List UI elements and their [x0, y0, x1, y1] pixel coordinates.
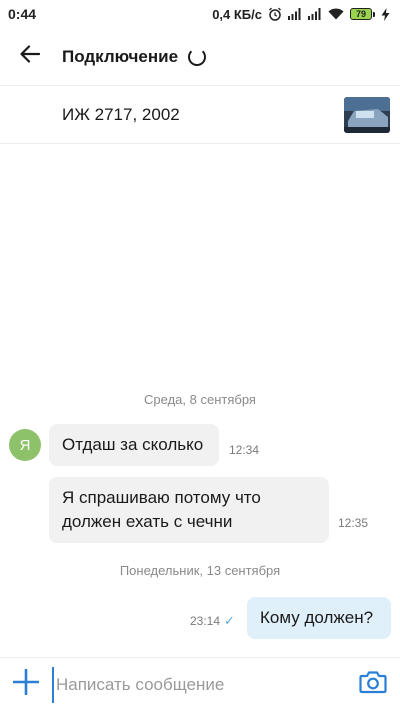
battery-icon: 79 — [350, 8, 375, 20]
page-title: Подключение — [62, 46, 179, 66]
status-icons: 0,4 КБ/с 79 — [212, 7, 390, 22]
message-time: 23:14 ✓ — [190, 613, 235, 628]
charging-icon — [381, 7, 390, 21]
status-time: 0:44 — [8, 6, 37, 22]
incoming-message[interactable]: Отдаш за сколько — [49, 424, 219, 466]
listing-thumbnail[interactable] — [344, 96, 390, 133]
add-attachment-button[interactable] — [0, 658, 52, 711]
camera-icon — [359, 670, 387, 699]
message-time: 12:35 — [338, 516, 369, 530]
incoming-message[interactable]: Я спрашиваю потому что должен ехать с че… — [49, 477, 329, 543]
message-text: Отдаш за сколько — [62, 435, 204, 454]
check-icon: ✓ — [224, 613, 235, 628]
spinner-icon — [188, 47, 207, 66]
signal-icon — [288, 8, 302, 20]
status-bar: 0:44 0,4 КБ/с 79 — [0, 0, 400, 28]
outgoing-message[interactable]: Кому должен? — [247, 597, 391, 639]
date-separator: Среда, 8 сентября — [144, 392, 256, 407]
arrow-left-icon — [20, 45, 41, 68]
message-text: Я спрашиваю потому что должен ехать с че… — [62, 488, 261, 531]
listing-title: ИЖ 2717, 2002 — [62, 104, 180, 124]
chat-header: Подключение — [0, 28, 400, 86]
message-text: Кому должен? — [260, 608, 374, 627]
back-button[interactable] — [0, 28, 60, 86]
wifi-icon — [328, 8, 344, 20]
camera-button[interactable] — [346, 658, 400, 711]
signal-icon — [308, 8, 322, 20]
listing-bar[interactable]: ИЖ 2717, 2002 — [0, 86, 400, 144]
battery-level: 79 — [350, 8, 372, 20]
message-input[interactable] — [52, 666, 346, 703]
message-time: 12:34 — [229, 443, 260, 457]
avatar[interactable]: Я — [9, 429, 41, 461]
net-speed: 0,4 КБ/с — [212, 6, 262, 22]
message-composer — [0, 657, 400, 711]
date-separator: Понедельник, 13 сентября — [119, 563, 281, 578]
alarm-icon — [268, 7, 282, 21]
plus-icon — [12, 668, 40, 700]
